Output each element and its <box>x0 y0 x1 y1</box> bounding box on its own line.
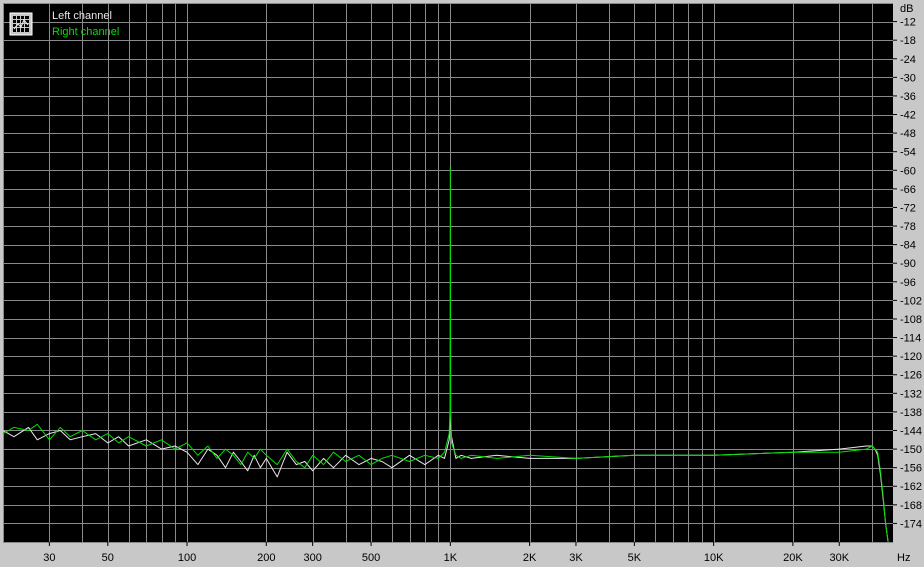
x-tick-label: 200 <box>257 552 275 564</box>
y-tick-label: -162 <box>900 481 922 493</box>
y-tick-label: -102 <box>900 295 922 307</box>
plot-area <box>3 3 893 542</box>
y-tick-label: -126 <box>900 370 922 382</box>
y-tick-label: -174 <box>900 518 922 530</box>
x-tick-label: 30K <box>829 552 849 564</box>
y-tick-label: -138 <box>900 407 922 419</box>
y-tick-label: -168 <box>900 500 922 512</box>
x-tick-label: 20K <box>783 552 803 564</box>
y-tick-label: -30 <box>900 72 916 84</box>
legend-right-channel: Right channel <box>52 26 119 38</box>
y-tick-label: -132 <box>900 388 922 400</box>
y-tick-label: -144 <box>900 425 922 437</box>
y-tick-label: -84 <box>900 240 916 252</box>
y-tick-label: -12 <box>900 17 916 29</box>
y-tick-label: -48 <box>900 128 916 140</box>
y-tick-label: -60 <box>900 165 916 177</box>
y-tick-label: -114 <box>900 333 921 345</box>
x-tick-label: 3K <box>569 552 583 564</box>
x-tick-label: 30 <box>43 552 55 564</box>
x-tick-label: 10K <box>704 552 724 564</box>
y-tick-label: -150 <box>900 444 922 456</box>
y-tick-label: -156 <box>900 463 922 475</box>
y-tick-label: -24 <box>900 54 916 66</box>
x-tick-label: 500 <box>362 552 380 564</box>
x-tick-label: 2K <box>523 552 537 564</box>
x-tick-label: 5K <box>628 552 642 564</box>
y-axis-label: dB <box>900 3 913 15</box>
y-tick-label: -108 <box>900 314 922 326</box>
y-tick-label: -90 <box>900 258 916 270</box>
y-tick-label: -78 <box>900 221 916 233</box>
x-axis-label: Hz <box>897 552 910 564</box>
spectrum-chart: -12 -18 -24 -30 -36 -42 -48 -54 -60 -66 -72 -78 -84 -… <box>0 0 924 567</box>
x-tick-label: 100 <box>178 552 196 564</box>
y-tick-label: -42 <box>900 110 916 122</box>
y-tick-label: -54 <box>900 147 916 159</box>
y-tick-label: -72 <box>900 202 916 214</box>
y-tick-label: -66 <box>900 184 916 196</box>
y-tick-label: -36 <box>900 91 916 103</box>
y-tick-label: -120 <box>900 351 922 363</box>
y-tick-label: -96 <box>900 277 916 289</box>
x-tick-label: 1K <box>444 552 458 564</box>
x-tick-label: 300 <box>303 552 321 564</box>
x-tick-label: 50 <box>102 552 114 564</box>
legend-left-channel: Left channel <box>52 10 112 22</box>
y-tick-label: -18 <box>900 35 916 47</box>
